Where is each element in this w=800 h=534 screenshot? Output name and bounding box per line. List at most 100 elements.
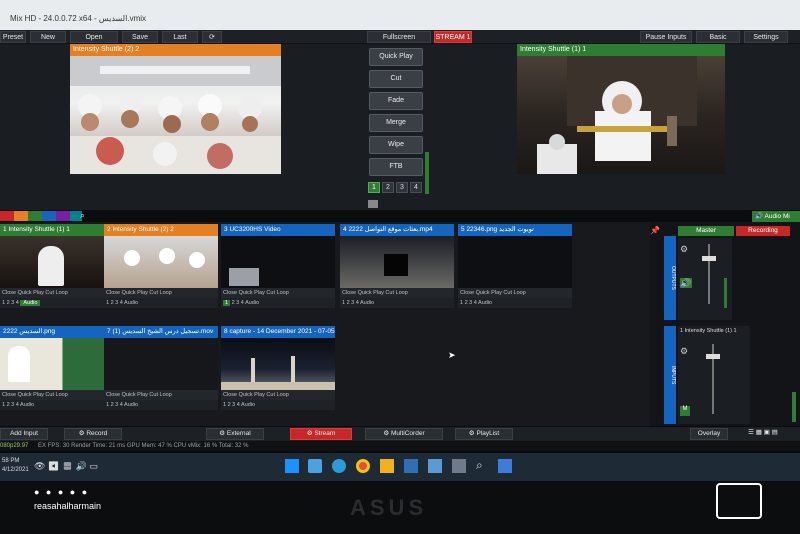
quick-play-button[interactable]: Quick Play xyxy=(239,392,265,398)
external-button[interactable]: ⚙ External xyxy=(206,428,264,440)
wipe-button[interactable]: Wipe xyxy=(369,136,423,154)
input-tile-4[interactable]: 4 2222 بعثات موقع التواصل.mp4 Close Quic… xyxy=(340,224,454,308)
input-tile-7[interactable]: 7 تسجيل درس الشيخ السديس (1).mov Close Q… xyxy=(104,326,218,410)
input-thumbnail[interactable] xyxy=(340,236,454,288)
preset-button[interactable]: Preset xyxy=(0,31,26,43)
gear-icon[interactable]: ⚙ xyxy=(680,346,688,357)
loop-button[interactable]: Loop xyxy=(160,290,172,296)
close-button[interactable]: Close xyxy=(223,290,237,296)
input-tile-8[interactable]: 8 capture - 14 December 2021 - 07-05 Clo… xyxy=(221,326,335,410)
search-icon[interactable]: ⌕ xyxy=(80,210,92,222)
master-fader-handle[interactable] xyxy=(702,256,716,261)
input-tile-2[interactable]: 2 Intensity Shuttle (2) 2 Close Quick Pl… xyxy=(104,224,218,308)
start-icon[interactable] xyxy=(285,459,299,473)
input-tile-header[interactable]: 2222 السديس.png xyxy=(0,326,114,338)
transition-tbar[interactable] xyxy=(425,152,429,194)
master-tab[interactable]: Master xyxy=(678,226,734,236)
close-button[interactable]: Close xyxy=(2,290,16,296)
loop-button[interactable]: Loop xyxy=(514,290,526,296)
close-button[interactable]: Close xyxy=(460,290,474,296)
ftb-button[interactable]: FTB xyxy=(369,158,423,176)
cut-button[interactable]: Cut xyxy=(385,290,394,296)
taskbar-clock[interactable]: 58 PM 4/12/2021 xyxy=(2,457,29,475)
fullscreen-button[interactable]: Fullscreen xyxy=(367,31,431,43)
transition-2-button[interactable]: 2 xyxy=(382,182,394,193)
close-button[interactable]: Close xyxy=(342,290,356,296)
playlist-button[interactable]: ⚙ PlayList xyxy=(455,428,513,440)
cut-button[interactable]: Cut xyxy=(149,290,158,296)
quick-play-button[interactable]: Quick Play xyxy=(122,392,148,398)
audio-button[interactable]: Audio xyxy=(20,300,41,306)
master-fader-track[interactable] xyxy=(708,244,710,304)
vmix-taskbar-icon[interactable] xyxy=(308,459,322,473)
loop-button[interactable]: Loop xyxy=(160,392,172,398)
quick-play-button[interactable]: Quick Play xyxy=(18,392,44,398)
audio-button[interactable]: Audio xyxy=(241,402,255,408)
gear-icon[interactable]: ⚙ xyxy=(680,244,692,254)
merge-button[interactable]: Merge xyxy=(369,114,423,132)
app-icon[interactable] xyxy=(452,459,466,473)
refresh-icon[interactable]: ⟳ xyxy=(202,31,222,43)
chrome-icon[interactable] xyxy=(356,459,370,473)
audio-mixer-tab[interactable]: 🔊 Audio Mi xyxy=(752,211,800,222)
color-purple-swatch[interactable] xyxy=(56,211,70,221)
speaker-icon[interactable]: 🔊 xyxy=(680,278,692,288)
search-taskbar-icon[interactable]: ⌕ xyxy=(476,458,483,473)
quick-play-button[interactable]: Quick Play xyxy=(476,290,502,296)
input-tile-header[interactable]: 7 تسجيل درس الشيخ السديس (1).mov xyxy=(104,326,218,338)
view-toggle-icons[interactable]: ☰ ▦ ▣ ▤ xyxy=(732,428,794,440)
audio-button[interactable]: Audio xyxy=(124,300,138,306)
cut-button[interactable]: Cut xyxy=(503,290,512,296)
transition-3-button[interactable]: 3 xyxy=(396,182,408,193)
color-green-swatch[interactable] xyxy=(28,211,42,221)
input-thumbnail[interactable] xyxy=(458,236,572,288)
audio-button[interactable]: Audio xyxy=(360,300,374,306)
input-thumbnail[interactable] xyxy=(221,338,335,390)
input-fader-handle[interactable] xyxy=(706,354,720,359)
input-tile-header[interactable]: 2 Intensity Shuttle (2) 2 xyxy=(104,224,218,236)
last-button[interactable]: Last xyxy=(162,31,198,43)
loop-button[interactable]: Loop xyxy=(56,290,68,296)
basic-button[interactable]: Basic xyxy=(696,31,740,43)
widgets-icon[interactable] xyxy=(498,459,512,473)
tray-icons[interactable]: 👁 ◀ ◼ 🔊 ▭ xyxy=(34,461,98,472)
input-thumbnail[interactable] xyxy=(0,236,114,288)
pause-inputs-button[interactable]: Pause Inputs xyxy=(640,31,692,43)
close-button[interactable]: Close xyxy=(106,392,120,398)
overlay-button[interactable]: Overlay xyxy=(690,428,728,440)
quick-play-button[interactable]: Quick Play xyxy=(239,290,265,296)
multicorder-button[interactable]: ⚙ MultiCorder xyxy=(365,428,443,440)
mute-button[interactable]: M xyxy=(680,406,690,416)
settings-button[interactable]: Settings xyxy=(744,31,788,43)
input-tile-header[interactable]: 8 capture - 14 December 2021 - 07-05 xyxy=(221,326,335,338)
cut-button[interactable]: Cut xyxy=(45,392,54,398)
close-button[interactable]: Close xyxy=(106,290,120,296)
edge-icon[interactable] xyxy=(332,459,346,473)
color-red-swatch[interactable] xyxy=(0,211,14,221)
audio-button[interactable]: Audio xyxy=(20,402,34,408)
input-thumbnail[interactable] xyxy=(104,236,218,288)
tbar-handle[interactable] xyxy=(368,200,378,208)
file-explorer-icon[interactable] xyxy=(380,459,394,473)
new-button[interactable]: New xyxy=(30,31,66,43)
open-button[interactable]: Open xyxy=(70,31,118,43)
color-orange-swatch[interactable] xyxy=(14,211,28,221)
quick-play-button[interactable]: Quick Play xyxy=(358,290,384,296)
quick-play-button[interactable]: Quick Play xyxy=(18,290,44,296)
color-blue-swatch[interactable] xyxy=(42,211,56,221)
loop-button[interactable]: Loop xyxy=(56,392,68,398)
input-tile-header[interactable]: 1 Intensity Shuttle (1) 1 xyxy=(0,224,114,236)
close-button[interactable]: Close xyxy=(223,392,237,398)
input-tile-header[interactable]: 3 UC3200HS Video xyxy=(221,224,335,236)
loop-button[interactable]: Loop xyxy=(396,290,408,296)
close-button[interactable]: Close xyxy=(2,392,16,398)
loop-button[interactable]: Loop xyxy=(277,290,289,296)
add-input-button[interactable]: Add Input xyxy=(0,428,48,440)
transition-4-button[interactable]: 4 xyxy=(410,182,422,193)
cut-button[interactable]: Cut xyxy=(45,290,54,296)
record-button[interactable]: ⚙ Record xyxy=(64,428,122,440)
outlook-icon[interactable] xyxy=(404,459,418,473)
input-tile-3[interactable]: 3 UC3200HS Video Close Quick Play Cut Lo… xyxy=(221,224,335,308)
quick-play-button[interactable]: Quick Play xyxy=(122,290,148,296)
input-thumbnail[interactable] xyxy=(221,236,335,288)
